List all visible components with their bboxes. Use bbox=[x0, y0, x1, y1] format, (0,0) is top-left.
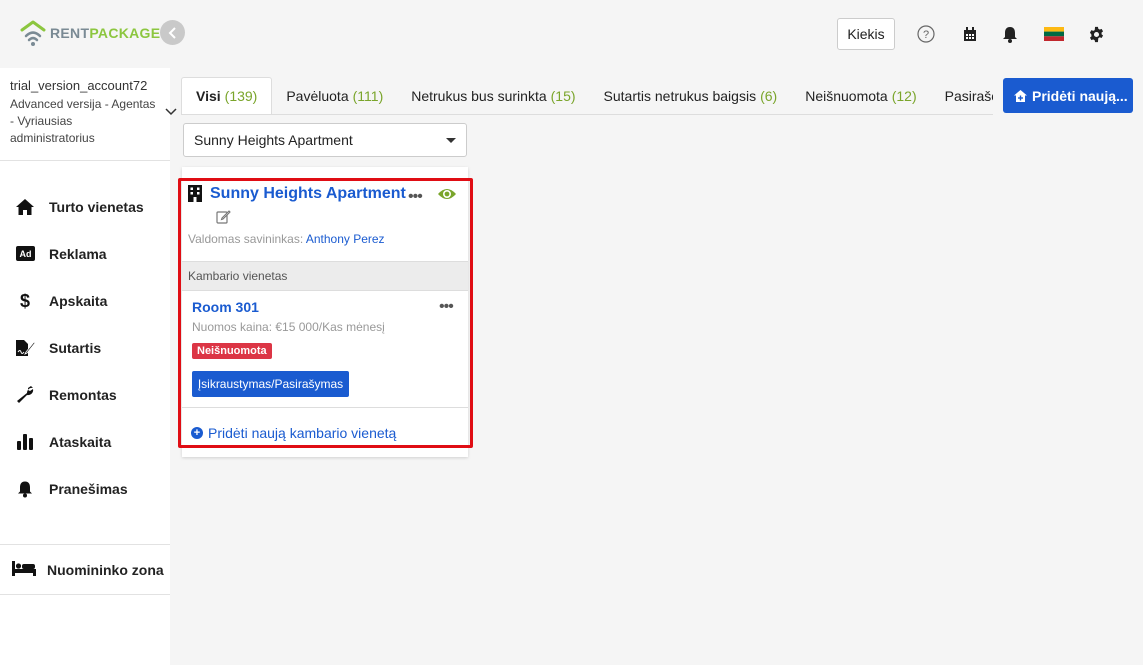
account-name: trial_version_account72 bbox=[10, 78, 148, 93]
sidebar-item-notification[interactable]: Pranešimas bbox=[0, 465, 170, 512]
quantity-button[interactable]: Kiekis bbox=[837, 18, 895, 50]
bar-chart-icon bbox=[14, 432, 36, 452]
dollar-icon: $ bbox=[14, 291, 36, 311]
building-icon bbox=[188, 185, 202, 205]
tab-all[interactable]: Visi (139) bbox=[181, 77, 273, 114]
logo[interactable]: RENTPACKAGE bbox=[18, 19, 160, 47]
home-plus-icon bbox=[1014, 89, 1027, 102]
status-badge: Neišnuomota bbox=[192, 343, 272, 359]
sidebar-item-advertising[interactable]: Ad Reklama bbox=[0, 230, 170, 277]
room-section-header: Kambario vienetas bbox=[182, 261, 468, 291]
bell-icon[interactable] bbox=[1000, 24, 1020, 44]
home-icon bbox=[14, 197, 36, 217]
property-title[interactable]: Sunny Heights Apartment bbox=[210, 185, 406, 203]
owner-name-link[interactable]: Anthony Perez bbox=[306, 232, 385, 246]
caret-down-icon bbox=[446, 138, 456, 143]
wrench-icon bbox=[14, 385, 36, 405]
svg-text:Ad: Ad bbox=[19, 249, 31, 259]
lithuania-flag-icon[interactable] bbox=[1043, 24, 1065, 44]
divider bbox=[182, 407, 468, 408]
sidebar-nav: Turto vienetas Ad Reklama $ Apskaita Sut… bbox=[0, 183, 170, 512]
room-more-icon[interactable]: ••• bbox=[439, 298, 454, 316]
property-more-icon[interactable]: ••• bbox=[408, 188, 423, 206]
account-role: Advanced versija - Agentas - Vyriausias … bbox=[10, 97, 156, 145]
chevron-left-icon bbox=[168, 26, 176, 39]
svg-text:$: $ bbox=[20, 291, 30, 311]
contract-icon bbox=[14, 338, 36, 358]
tab-to-be-collected[interactable]: Netrukus bus surinkta (15) bbox=[397, 77, 589, 114]
move-in-sign-button[interactable]: Įsikraustymas/Pasirašymas bbox=[192, 371, 349, 397]
room-price: Nuomos kaina: €15 000/Kas mėnesį bbox=[192, 320, 385, 334]
room-title[interactable]: Room 301 bbox=[192, 299, 259, 315]
add-room-link[interactable]: + Pridėti naują kambario vienetą bbox=[191, 425, 396, 441]
sidebar-item-tenant-zone[interactable]: Nuomininko zona bbox=[0, 544, 170, 595]
tab-contract-expiring[interactable]: Sutartis netrukus baigsis (6) bbox=[590, 77, 792, 114]
gear-icon[interactable] bbox=[1086, 24, 1106, 44]
property-select[interactable]: Sunny Heights Apartment bbox=[183, 123, 467, 157]
bed-icon bbox=[12, 560, 36, 579]
ad-icon: Ad bbox=[14, 244, 36, 264]
tab-unrented[interactable]: Neišnuomota (12) bbox=[791, 77, 930, 114]
tab-signing[interactable]: Pasirašor bbox=[931, 77, 993, 114]
calendar-icon[interactable] bbox=[960, 24, 980, 44]
help-icon[interactable]: ? bbox=[916, 24, 936, 44]
brand-name: RENTPACKAGE bbox=[50, 25, 161, 41]
sidebar: trial_version_account72 Advanced versija… bbox=[0, 68, 177, 665]
sidebar-item-report[interactable]: Ataskaita bbox=[0, 418, 170, 465]
plus-circle-icon: + bbox=[191, 427, 203, 439]
eye-icon[interactable] bbox=[437, 186, 457, 205]
svg-text:?: ? bbox=[923, 29, 929, 41]
top-bar: RENTPACKAGE Kiekis ? bbox=[0, 0, 1143, 68]
edit-icon[interactable] bbox=[216, 209, 231, 227]
chevron-down-icon[interactable] bbox=[165, 108, 177, 116]
account-panel[interactable]: trial_version_account72 Advanced versija… bbox=[0, 68, 177, 161]
sidebar-item-contract[interactable]: Sutartis bbox=[0, 324, 170, 371]
collapse-sidebar-button[interactable] bbox=[160, 20, 185, 45]
bell-icon bbox=[14, 479, 36, 499]
add-new-button[interactable]: Pridėti naują... bbox=[1003, 78, 1133, 113]
owner-info: Valdomas savininkas: Anthony Perez bbox=[188, 232, 385, 246]
wifi-house-icon bbox=[18, 19, 48, 47]
tab-overdue[interactable]: Pavėluota (111) bbox=[272, 77, 397, 114]
sidebar-item-property[interactable]: Turto vienetas bbox=[0, 183, 170, 230]
sidebar-item-accounting[interactable]: $ Apskaita bbox=[0, 277, 170, 324]
property-select-value: Sunny Heights Apartment bbox=[194, 132, 353, 148]
sidebar-item-repair[interactable]: Remontas bbox=[0, 371, 170, 418]
status-tabs: Visi (139) Pavėluota (111) Netrukus bus su… bbox=[181, 77, 993, 115]
